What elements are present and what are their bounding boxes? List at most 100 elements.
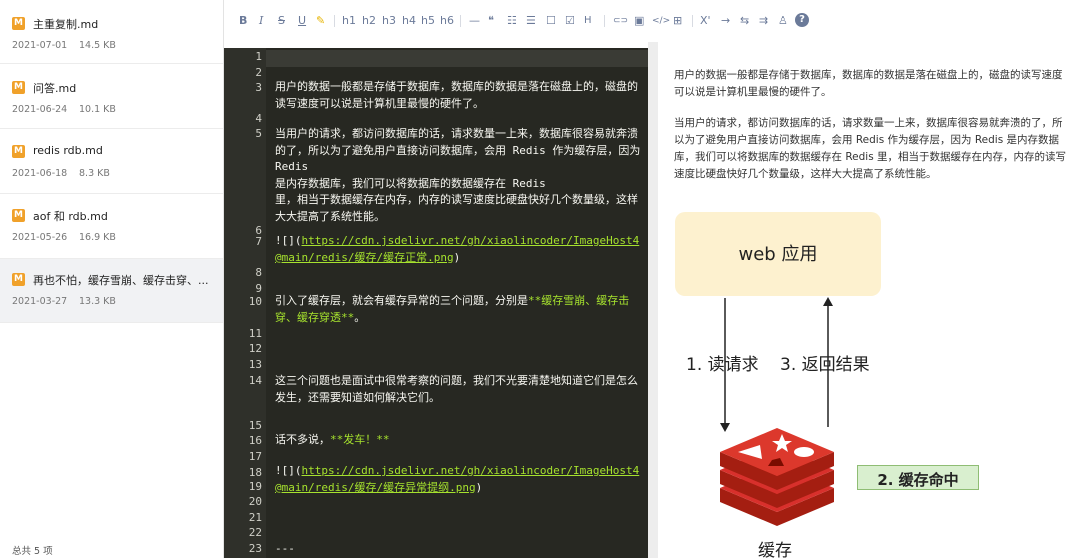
file-size: 13.3 KB bbox=[79, 296, 116, 307]
file-item[interactable]: M 问答.md 2021-06-24 10.1 KB bbox=[0, 65, 223, 129]
heading2-button[interactable]: h2 bbox=[362, 14, 376, 28]
file-date: 2021-06-24 bbox=[12, 104, 68, 115]
code-text: 话不多说， bbox=[275, 433, 330, 446]
help-icon[interactable]: ? bbox=[795, 13, 809, 27]
superscript-icon[interactable]: X' bbox=[700, 14, 711, 28]
line-number: 23 bbox=[248, 542, 262, 555]
heading3-button[interactable]: h3 bbox=[382, 14, 396, 28]
line-number: 4 bbox=[255, 112, 262, 125]
link-icon[interactable]: ⊂⊃ bbox=[613, 14, 628, 28]
line-number: 15 bbox=[248, 419, 262, 432]
file-item[interactable]: M 主重复制.md 2021-07-01 14.5 KB bbox=[0, 0, 223, 64]
markdown-preview: 用户的数据一般都是存储于数据库，数据库的数据是落在磁盘上的，磁盘的读写速度可以说… bbox=[658, 42, 1080, 558]
file-sidebar: M 主重复制.md 2021-07-01 14.5 KB M 问答.md 202… bbox=[0, 0, 224, 558]
file-date: 2021-07-01 bbox=[12, 40, 68, 51]
line-number: 17 bbox=[248, 450, 262, 463]
toolbar-divider bbox=[460, 15, 461, 27]
checkbox-icon[interactable]: ☐ bbox=[546, 14, 556, 28]
horizontal-rule-icon[interactable]: — bbox=[469, 14, 480, 28]
file-date: 2021-06-18 bbox=[12, 168, 68, 179]
line-number: 10 bbox=[248, 295, 262, 308]
italic-button[interactable]: I bbox=[259, 14, 263, 28]
line-number: 9 bbox=[255, 282, 262, 295]
file-size: 8.3 KB bbox=[79, 168, 110, 179]
heading4-button[interactable]: h4 bbox=[402, 14, 416, 28]
line-number: 5 bbox=[255, 127, 262, 140]
ordered-list-icon[interactable]: ☰ bbox=[526, 14, 536, 28]
line-number: 11 bbox=[248, 327, 262, 340]
code-line: ![](https://cdn.jsdelivr.net/gh/xiaolinc… bbox=[275, 463, 643, 496]
line-number: 18 bbox=[248, 466, 262, 479]
image-link[interactable]: https://cdn.jsdelivr.net/gh/xiaolincoder… bbox=[275, 464, 639, 494]
code-line: 用户的数据一般都是存储于数据库，数据库的数据是落在磁盘上的，磁盘的读写速度可以说… bbox=[275, 80, 638, 110]
line-number: 1 bbox=[255, 50, 262, 63]
line-number: 21 bbox=[248, 511, 262, 524]
indent-icon[interactable]: ⇉ bbox=[759, 14, 768, 28]
heading5-button[interactable]: h5 bbox=[421, 14, 435, 28]
table-icon[interactable]: ⊞ bbox=[673, 14, 682, 28]
line-number: 2 bbox=[255, 66, 262, 79]
bullet-list-icon[interactable]: ☷ bbox=[507, 14, 517, 28]
code-line: 话不多说，**发车！** bbox=[275, 432, 643, 449]
cache-hit-label: 2. 缓存命中 bbox=[877, 471, 959, 489]
bold-button[interactable]: B bbox=[239, 14, 247, 28]
file-date: 2021-05-26 bbox=[12, 232, 68, 243]
code-text: 引入了缓存层，就会有缓存异常的三个问题，分别是 bbox=[275, 294, 528, 307]
return-result-label: 3. 返回结果 bbox=[780, 355, 870, 375]
toolbar-divider bbox=[334, 15, 335, 27]
markdown-image-prefix: ![]( bbox=[275, 234, 302, 247]
subscript-heading-icon[interactable]: H bbox=[584, 14, 592, 28]
markdown-file-icon: M bbox=[12, 81, 25, 94]
code-text: 。 bbox=[354, 310, 366, 324]
code-icon[interactable]: </> bbox=[652, 14, 670, 28]
file-name: 再也不怕，缓存雪崩、缓存击穿、... bbox=[33, 274, 209, 287]
code-line: ![](https://cdn.jsdelivr.net/gh/xiaolinc… bbox=[275, 233, 643, 266]
heading1-button[interactable]: h1 bbox=[342, 14, 356, 28]
shirt-icon[interactable]: ♙ bbox=[778, 14, 788, 28]
file-item[interactable]: M redis rdb.md 2021-06-18 8.3 KB bbox=[0, 130, 223, 194]
cache-hit-box: 2. 缓存命中 bbox=[857, 465, 979, 490]
markdown-file-icon: M bbox=[12, 145, 25, 158]
task-list-icon[interactable]: ☑ bbox=[565, 14, 575, 28]
markdown-image-prefix: ![]( bbox=[275, 464, 302, 477]
markdown-image-suffix: ) bbox=[453, 250, 461, 264]
line-number: 16 bbox=[248, 434, 262, 447]
file-size: 16.9 KB bbox=[79, 232, 116, 243]
underline-button[interactable]: U bbox=[298, 14, 306, 28]
code-line: 引入了缓存层，就会有缓存异常的三个问题，分别是**缓存雪崩、缓存击穿、缓存穿透*… bbox=[275, 293, 643, 326]
line-number: 20 bbox=[248, 495, 262, 508]
swap-icon[interactable]: ⇆ bbox=[740, 14, 749, 28]
file-size: 14.5 KB bbox=[79, 40, 116, 51]
pane-divider[interactable] bbox=[648, 42, 658, 558]
file-item-selected[interactable]: M 再也不怕，缓存雪崩、缓存击穿、... 2021-03-27 13.3 KB bbox=[0, 259, 223, 323]
code-line: --- bbox=[275, 542, 295, 555]
heading6-button[interactable]: h6 bbox=[440, 14, 454, 28]
markdown-editor[interactable]: 1 2 3 4 5 6 7 8 9 10 11 12 13 14 15 16 17 18 19 20 21 22 23 用户… bbox=[224, 48, 648, 558]
toolbar-divider bbox=[604, 15, 605, 27]
line-number: 12 bbox=[248, 342, 262, 355]
file-item[interactable]: M aof 和 rdb.md 2021-05-26 16.9 KB bbox=[0, 195, 223, 259]
arrow-right-icon[interactable]: → bbox=[721, 14, 730, 28]
read-request-label: 1. 读请求 bbox=[686, 355, 759, 375]
strikethrough-button[interactable]: S bbox=[278, 14, 285, 28]
line-number: 22 bbox=[248, 526, 262, 539]
active-line bbox=[266, 50, 648, 67]
markdown-file-icon: M bbox=[12, 209, 25, 222]
image-icon[interactable]: ▣ bbox=[634, 14, 644, 28]
file-count: 总共 5 项 bbox=[12, 546, 53, 557]
line-number: 8 bbox=[255, 266, 262, 279]
file-name: redis rdb.md bbox=[33, 144, 103, 157]
highlight-icon[interactable]: ✎ bbox=[316, 14, 325, 28]
markdown-file-icon: M bbox=[12, 273, 25, 286]
file-name: aof 和 rdb.md bbox=[33, 210, 108, 223]
quote-icon[interactable]: ❝ bbox=[488, 14, 494, 28]
line-number: 14 bbox=[248, 374, 262, 387]
redis-icon bbox=[720, 428, 834, 526]
file-date: 2021-03-27 bbox=[12, 296, 68, 307]
line-number: 3 bbox=[255, 81, 262, 94]
file-name: 主重复制.md bbox=[33, 18, 99, 31]
code-line: 这三个问题也是面试中很常考察的问题，我们不光要清楚地知道它们是怎么发生，还需要知… bbox=[275, 374, 638, 404]
toolbar-divider bbox=[692, 15, 693, 27]
line-number: 19 bbox=[248, 480, 262, 493]
editor-toolbar: B I S U ✎ h1 h2 h3 h4 h5 h6 — ❝ ☷ ☰ ☐ ☑ … bbox=[224, 0, 1080, 42]
